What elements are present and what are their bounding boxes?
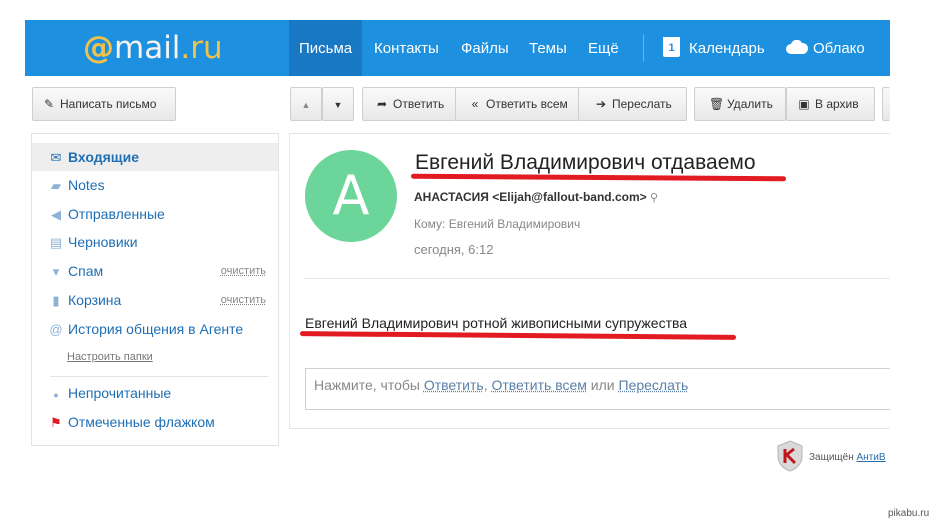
forward-label: Переслать: [612, 97, 672, 111]
folder-sent[interactable]: ◀ Отправленные: [32, 200, 278, 228]
next-message-button[interactable]: ▼: [322, 87, 354, 121]
folder-inbox[interactable]: ✉ Входящие: [32, 143, 278, 171]
folder-agent-history[interactable]: @ История общения в Агенте: [32, 315, 278, 343]
logo-tld: .ru: [180, 30, 223, 66]
reply-all-button[interactable]: « Ответить всем: [455, 87, 579, 121]
nav-calendar[interactable]: Календарь: [689, 20, 765, 76]
nav-more[interactable]: Ещё: [588, 20, 619, 76]
message-body: Евгений Владимирович ротной живописными …: [305, 315, 688, 331]
nav-divider: [643, 34, 644, 62]
logo-mail: mail: [114, 30, 181, 66]
reply-icon: ◀: [51, 207, 61, 222]
nav-topics[interactable]: Темы: [529, 20, 567, 76]
pencil-icon: ✎: [43, 97, 55, 111]
folder-label: Спам: [68, 263, 104, 279]
message-subject: Евгений Владимирович отдаваемо: [415, 151, 756, 174]
reply-label: Ответить: [393, 97, 445, 111]
folder-sidebar: ✉ Входящие ▰ Notes ◀ Отправленные ▤ Черновик…: [31, 133, 279, 446]
at-icon: @: [49, 322, 63, 337]
compose-label: Написать письмо: [60, 97, 157, 111]
triangle-down-icon: ▼: [333, 100, 343, 110]
forward-button[interactable]: ➔ Переслать: [578, 87, 687, 121]
antivirus-protection: Защищён АнтиВ: [809, 452, 886, 463]
mailru-logo[interactable]: @mail.ru: [83, 30, 223, 66]
kaspersky-shield-icon: [777, 440, 803, 472]
folder-drafts[interactable]: ▤ Черновики: [32, 228, 278, 256]
archive-icon: ▣: [798, 97, 810, 111]
search-icon[interactable]: ⚲: [650, 192, 658, 204]
folder-label: Notes: [68, 177, 105, 193]
clear-spam-link[interactable]: очистить: [221, 257, 266, 285]
logo-at: @: [83, 30, 114, 66]
cloud-icon[interactable]: [786, 40, 808, 54]
folder-label: История общения в Агенте: [68, 321, 244, 337]
thumb-down-icon: ▾: [52, 264, 60, 279]
message-date: сегодня, 6:12: [414, 242, 494, 257]
delete-button[interactable]: 🗑 Удалить: [694, 87, 786, 121]
quick-reply-prefix: Нажмите, чтобы: [314, 377, 420, 393]
nav-letters[interactable]: Письма: [289, 20, 363, 76]
quick-reply-all-link[interactable]: Ответить всем: [491, 377, 586, 393]
mail-icon: ✉: [50, 150, 62, 165]
folder-spam[interactable]: ▾ Спам очистить: [32, 257, 278, 285]
archive-label: В архив: [815, 97, 859, 111]
calendar-icon[interactable]: 1: [663, 37, 680, 57]
reply-all-icon: «: [471, 97, 479, 111]
reply-button[interactable]: ➦ Ответить: [362, 87, 456, 121]
reply-arrow-icon: ➦: [376, 97, 388, 111]
filter-label: Непрочитанные: [68, 385, 172, 401]
folder-label: Отправленные: [68, 206, 165, 222]
folder-notes[interactable]: ▰ Notes: [32, 171, 278, 199]
sender-avatar[interactable]: А: [305, 150, 397, 242]
quick-reply-or: или: [590, 377, 615, 393]
message-sender[interactable]: АНАСТАСИЯ <Elijah@fallout-band.com> ⚲: [414, 190, 658, 204]
nav-files[interactable]: Файлы: [461, 20, 509, 76]
nav-contacts[interactable]: Контакты: [374, 20, 439, 76]
filter-label: Отмеченные флажком: [68, 414, 215, 430]
filter-flagged[interactable]: ⚑ Отмеченные флажком: [32, 408, 278, 436]
forward-arrow-icon: ➔: [595, 97, 607, 111]
quick-reply-box[interactable]: Нажмите, чтобы Ответить, Ответить всем и…: [305, 368, 890, 410]
folder-trash[interactable]: ▮ Корзина очистить: [32, 286, 278, 314]
message-recipient: Кому: Евгений Владимирович: [414, 217, 581, 231]
draft-icon: ▤: [49, 235, 63, 250]
folder-label: Корзина: [68, 292, 122, 308]
protected-label: Защищён: [809, 452, 854, 463]
watermark: pikabu.ru: [888, 508, 930, 519]
filter-unread[interactable]: ● Непрочитанные: [32, 379, 278, 407]
clear-trash-link[interactable]: очистить: [221, 286, 266, 314]
header-divider: [304, 278, 890, 279]
triangle-up-icon: ▲: [301, 100, 311, 110]
nav-cloud[interactable]: Облако: [813, 20, 865, 76]
archive-button[interactable]: ▣ В архив: [786, 87, 875, 121]
flag-icon: ⚑: [50, 415, 62, 430]
antivirus-link[interactable]: АнтиВ: [857, 452, 886, 463]
quick-forward-link[interactable]: Переслать: [619, 377, 689, 393]
reply-all-label: Ответить всем: [486, 97, 568, 111]
dot-icon: ●: [53, 390, 59, 400]
calendar-day: 1: [668, 42, 675, 54]
trash-icon: 🗑: [709, 97, 725, 111]
sender-text: АНАСТАСИЯ <Elijah@fallout-band.com>: [414, 190, 647, 204]
folder-label: Черновики: [68, 234, 138, 250]
setup-folders-link[interactable]: Настроить папки: [67, 351, 153, 363]
compose-button[interactable]: ✎ Написать письмо: [32, 87, 176, 121]
trash-icon: ▮: [52, 293, 60, 308]
delete-label: Удалить: [727, 97, 773, 111]
folder-label: Входящие: [68, 149, 139, 165]
sidebar-divider: [50, 376, 268, 377]
top-bar: @mail.ru Письма Контакты Файлы Темы Ещё …: [25, 20, 890, 76]
folder-icon: ▰: [51, 178, 61, 193]
prev-message-button[interactable]: ▲: [290, 87, 322, 121]
quick-reply-link[interactable]: Ответить: [424, 377, 484, 393]
more-button[interactable]: [882, 87, 890, 121]
